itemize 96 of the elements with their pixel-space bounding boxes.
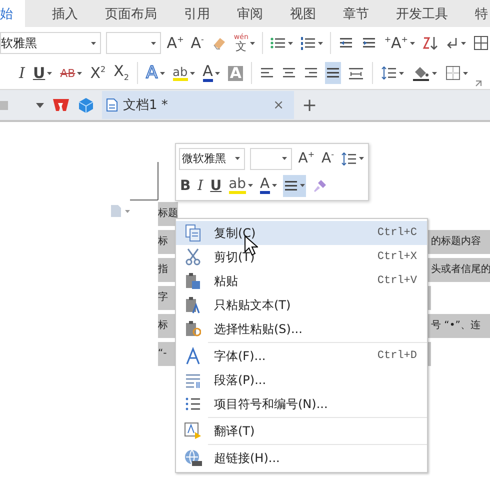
tab-title: 文档1 * <box>123 97 169 114</box>
new-tab-button[interactable]: + <box>302 94 318 116</box>
line-spacing-icon[interactable] <box>381 65 398 81</box>
paste-special-icon <box>185 320 201 338</box>
paint-bucket-icon[interactable] <box>412 65 430 81</box>
caret-icon[interactable] <box>282 157 288 160</box>
caret-icon[interactable] <box>272 184 277 187</box>
translate-icon <box>184 422 202 440</box>
toolbar-button[interactable]: AB <box>59 62 84 84</box>
selected-text: 头或者信尾的 <box>431 258 490 282</box>
toolbar-button[interactable]: A$^{+}$ <box>166 32 185 54</box>
copy-icon <box>185 224 201 242</box>
cube-icon[interactable] <box>78 97 94 113</box>
selected-text: 号 “•”、连 <box>431 314 490 338</box>
eraser-icon[interactable] <box>210 35 227 51</box>
table-icon[interactable] <box>473 35 489 51</box>
ribbon-tab[interactable]: 视图 <box>290 0 316 27</box>
toolbar-button[interactable]: ab <box>228 174 254 196</box>
margin-corner-mark <box>130 162 160 202</box>
selected-text: 标题 <box>158 202 178 226</box>
font-name-field[interactable]: 微软雅黑 <box>179 148 245 170</box>
menu-item[interactable]: 段落(P)... <box>176 368 427 392</box>
caret-icon[interactable] <box>36 102 44 108</box>
clipboard-icon <box>185 272 201 290</box>
ribbon-tab[interactable]: 始 <box>0 0 25 27</box>
font-icon <box>185 347 201 365</box>
border-icon[interactable] <box>445 65 462 81</box>
toolbar-button[interactable]: $^{+}$A$^{+}$ <box>383 32 416 54</box>
format-painter-icon[interactable] <box>312 178 328 194</box>
selected-text: 的标题内容 <box>431 230 490 254</box>
menu-item[interactable]: 复制(C) Ctrl+C <box>176 221 427 245</box>
menu-item[interactable]: 选择性粘贴(S)... <box>176 317 427 341</box>
caret-icon[interactable] <box>91 42 96 44</box>
caret-icon[interactable] <box>190 72 195 74</box>
globe-link-icon <box>184 449 202 467</box>
bullet-list-icon <box>185 395 201 413</box>
caret-icon[interactable] <box>214 72 220 74</box>
font-name-field[interactable]: 软雅黑 <box>0 32 102 54</box>
caret-icon[interactable] <box>432 72 438 74</box>
line-spacing-icon[interactable] <box>341 150 357 166</box>
toolbar-button[interactable] <box>325 62 342 84</box>
toolbar-button[interactable]: B <box>179 174 192 196</box>
ribbon-tab[interactable]: 审阅 <box>237 0 263 27</box>
distributed-align-icon[interactable] <box>348 65 364 81</box>
toolbar-button[interactable]: I <box>18 62 26 84</box>
caret-icon[interactable] <box>160 72 165 74</box>
ribbon-tab[interactable]: 引用 <box>184 0 210 27</box>
scissors-icon <box>185 248 201 266</box>
wps-logo-icon[interactable] <box>52 97 70 113</box>
caret-icon[interactable] <box>150 42 156 44</box>
toolbar-button[interactable]: A <box>202 62 221 84</box>
ribbon-tab[interactable]: 页面布局 <box>105 0 157 27</box>
font-size-field[interactable] <box>106 32 161 54</box>
close-button[interactable]: × <box>273 98 284 112</box>
numbered-list-icon[interactable] <box>300 35 316 51</box>
toolbar-button[interactable]: ab <box>172 62 196 84</box>
font-size-field[interactable] <box>250 148 292 170</box>
caret-icon[interactable] <box>300 184 305 187</box>
bullet-list-icon[interactable] <box>270 35 286 51</box>
menu-item[interactable]: 翻译(T) <box>176 419 427 443</box>
document-tab[interactable]: 文档1 * × <box>102 91 294 119</box>
toolbar-button[interactable]: X$^{2}$ <box>89 62 107 84</box>
toolbar-button[interactable]: I <box>196 174 204 196</box>
caret-icon[interactable] <box>235 157 240 160</box>
caret-icon[interactable] <box>463 72 468 74</box>
document-icon <box>106 98 118 112</box>
ribbon-tab[interactable]: 章节 <box>343 0 369 27</box>
sort-icon[interactable] <box>422 35 438 51</box>
caret-icon[interactable] <box>359 157 364 160</box>
toolbar-button[interactable]: U <box>32 62 54 84</box>
caret-icon[interactable] <box>47 72 52 74</box>
page-icon[interactable] <box>110 204 130 218</box>
toolbar-button[interactable]: A$^{-}$ <box>320 148 335 170</box>
toolbar-button[interactable]: X$_{2}$ <box>112 62 130 84</box>
ribbon-tab[interactable]: 特 <box>475 0 488 27</box>
menu-item[interactable]: 超链接(H)... <box>176 446 427 470</box>
caret-icon[interactable] <box>410 42 415 44</box>
paragraph-mark-icon[interactable] <box>445 35 459 51</box>
dialog-launcher-icon[interactable] <box>475 80 482 87</box>
menu-item[interactable]: 字体(F)... Ctrl+D <box>176 344 427 368</box>
caret-icon[interactable] <box>248 184 254 187</box>
toolbar-button[interactable]: A$^{-}$ <box>190 32 205 54</box>
caret-icon[interactable] <box>288 42 294 44</box>
caret-icon[interactable] <box>461 42 466 44</box>
menu-item[interactable]: 项目符号和编号(N)... <box>176 392 427 416</box>
ribbon-tab[interactable]: 插入 <box>52 0 78 27</box>
caret-icon[interactable] <box>399 72 404 74</box>
toolbar-button[interactable] <box>282 174 306 196</box>
paste-text-icon <box>185 296 201 314</box>
toolbar-button[interactable]: A$^{+}$ <box>297 148 316 170</box>
ribbon-tab[interactable]: 开发工具 <box>396 0 448 27</box>
caret-icon[interactable] <box>250 42 256 44</box>
toolbar-button[interactable]: U <box>209 174 223 196</box>
caret-icon[interactable] <box>77 72 82 74</box>
caret-icon[interactable] <box>318 42 324 44</box>
toolbar-button[interactable]: A <box>259 174 278 196</box>
